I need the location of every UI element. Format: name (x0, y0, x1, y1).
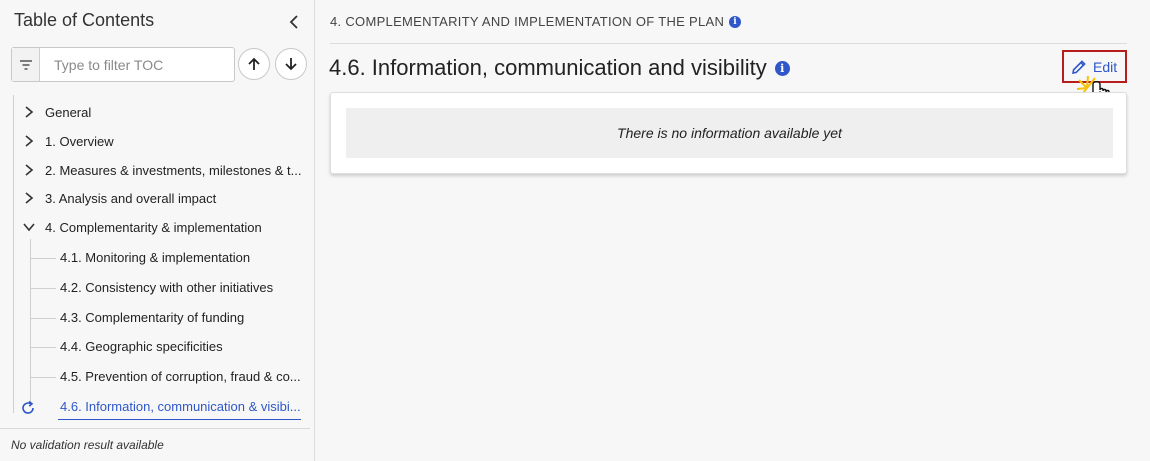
toc-subitem-prevention[interactable]: 4.5. Prevention of corruption, fraud & c… (0, 365, 310, 389)
main-content: 4. COMPLEMENTARITY AND IMPLEMENTATION OF… (315, 0, 1150, 461)
toc-subitem-label: 4.2. Consistency with other initiatives (60, 280, 274, 295)
toc-subitem-label: 4.3. Complementarity of funding (60, 310, 245, 325)
tree-connector (30, 347, 56, 348)
toc-item-label: 2. Measures & investments, milestones & … (45, 163, 302, 178)
edit-button[interactable]: Edit (1062, 50, 1127, 83)
chevron-right-icon (25, 106, 34, 118)
collapse-sidebar-button[interactable] (284, 12, 304, 32)
edit-button-label: Edit (1093, 58, 1118, 75)
breadcrumb: 4. COMPLEMENTARITY AND IMPLEMENTATION OF… (330, 14, 742, 29)
empty-state: There is no information available yet (346, 108, 1113, 158)
active-indicator (58, 419, 301, 420)
validation-footer: No validation result available (0, 428, 310, 461)
toc-subitem-label: 4.1. Monitoring & implementation (60, 250, 251, 265)
next-button[interactable] (275, 48, 307, 80)
refresh-icon[interactable] (20, 400, 36, 416)
toc-subitem-label: 4.4. Geographic specificities (60, 339, 223, 354)
toc-title: Table of Contents (14, 10, 155, 30)
previous-button[interactable] (238, 48, 270, 80)
tree-connector (30, 318, 56, 319)
toc-sidebar: Table of Contents General 1. Overview (0, 0, 315, 461)
toc-item-overview[interactable]: 1. Overview (0, 130, 310, 154)
filter-icon[interactable] (12, 48, 40, 81)
info-icon[interactable]: i (774, 60, 790, 76)
arrow-down-icon (285, 58, 297, 71)
tree-connector (30, 288, 56, 289)
toc-subitem-information[interactable]: 4.6. Information, communication & visibi… (0, 395, 310, 419)
arrow-up-icon (248, 57, 260, 70)
toc-subitem-consistency[interactable]: 4.2. Consistency with other initiatives (0, 276, 310, 300)
chevron-right-icon (25, 164, 34, 176)
toc-filter-input[interactable] (46, 48, 231, 81)
tree-connector (30, 377, 56, 378)
chevron-left-icon (289, 15, 298, 29)
toc-filter-row (11, 47, 308, 82)
validation-status-text: No validation result available (11, 438, 164, 452)
toc-subitem-geographic[interactable]: 4.4. Geographic specificities (0, 335, 310, 359)
breadcrumb-text: 4. COMPLEMENTARITY AND IMPLEMENTATION OF… (330, 14, 725, 29)
toc-item-label: 4. Complementarity & implementation (45, 220, 262, 235)
toc-filter-box (11, 47, 235, 82)
chevron-down-icon (23, 223, 35, 232)
chevron-right-icon (25, 192, 34, 204)
toc-item-measures[interactable]: 2. Measures & investments, milestones & … (0, 159, 310, 183)
pencil-icon (1071, 59, 1086, 74)
page-title: 4.6. Information, communication and visi… (329, 55, 790, 81)
toc-item-complementarity[interactable]: 4. Complementarity & implementation (0, 216, 310, 240)
toc-item-label: 1. Overview (45, 134, 114, 149)
toc-item-label: 3. Analysis and overall impact (45, 191, 217, 206)
toc-item-analysis[interactable]: 3. Analysis and overall impact (0, 187, 310, 211)
page-title-text: 4.6. Information, communication and visi… (329, 55, 767, 80)
toc-item-label: General (45, 105, 92, 120)
info-icon[interactable]: i (729, 15, 742, 28)
content-card: There is no information available yet (330, 92, 1127, 174)
toc-subitem-funding[interactable]: 4.3. Complementarity of funding (0, 306, 310, 330)
empty-state-message: There is no information available yet (617, 125, 842, 141)
toc-subitem-monitoring[interactable]: 4.1. Monitoring & implementation (0, 246, 310, 270)
toc-subitem-label: 4.6. Information, communication & visibi… (60, 399, 301, 414)
chevron-right-icon (25, 135, 34, 147)
toc-item-general[interactable]: General (0, 101, 310, 125)
divider (330, 43, 1127, 44)
toc-header: Table of Contents (14, 10, 304, 34)
tree-connector (30, 258, 56, 259)
toc-subitem-label: 4.5. Prevention of corruption, fraud & c… (60, 369, 301, 384)
